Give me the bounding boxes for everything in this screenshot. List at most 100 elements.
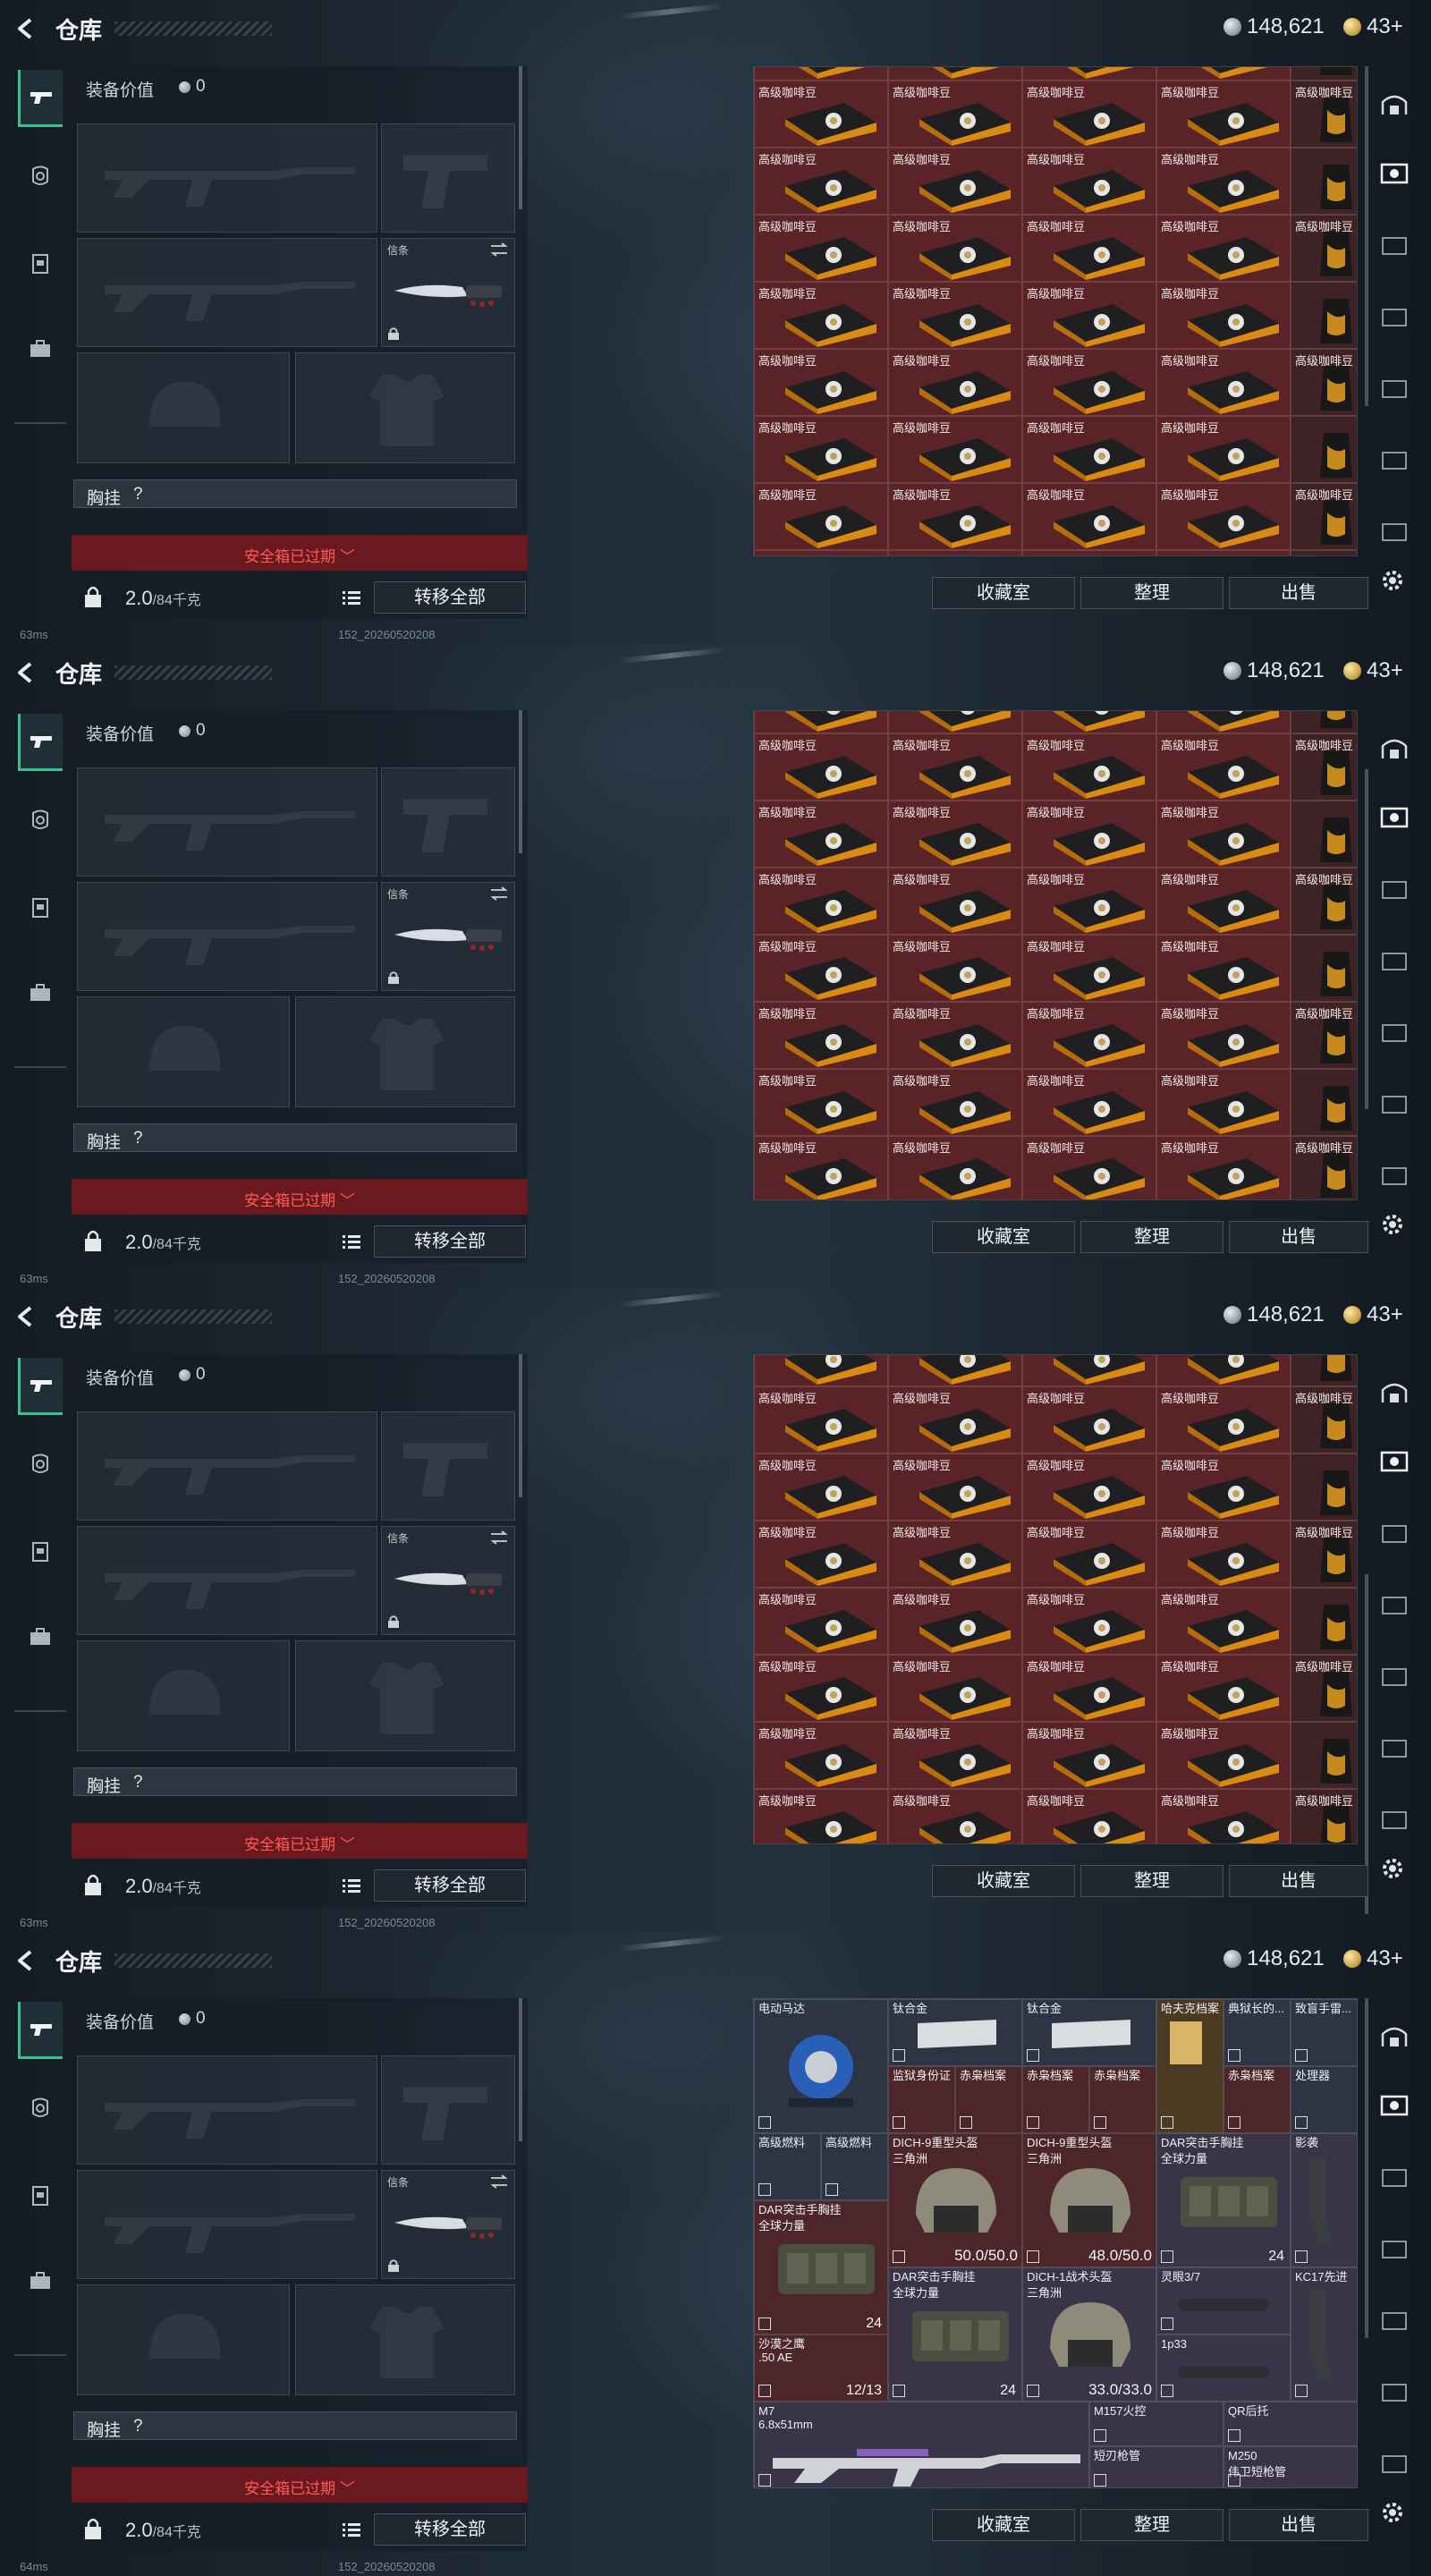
chest-rig-help[interactable]: ? bbox=[133, 1773, 143, 1792]
select-checkbox[interactable] bbox=[758, 2474, 771, 2487]
select-checkbox[interactable] bbox=[826, 2183, 838, 2196]
stash-item-cell[interactable] bbox=[1291, 801, 1357, 868]
stash-item-cell[interactable]: 短刃枪管 bbox=[1089, 2446, 1224, 2487]
stash-item-cell[interactable]: 高级咖啡豆 bbox=[1156, 215, 1291, 282]
tab-rig[interactable] bbox=[18, 234, 63, 292]
stash-item-cell[interactable]: 高级咖啡豆 bbox=[754, 416, 888, 483]
tab-armor[interactable] bbox=[18, 1436, 63, 1494]
stash-item-cell[interactable]: 高级咖啡豆 bbox=[1291, 1521, 1357, 1588]
stash-item-cell[interactable]: 高级咖啡豆 bbox=[754, 215, 888, 282]
stash-item-cell[interactable]: 高级咖啡豆 bbox=[754, 148, 888, 215]
select-checkbox[interactable] bbox=[758, 2385, 771, 2397]
stash-scrollbar[interactable] bbox=[1365, 66, 1368, 406]
safebox-banner[interactable]: 安全箱已过期 ﹀ bbox=[72, 1179, 528, 1215]
stash-item-cell[interactable]: 高级咖啡豆 bbox=[754, 1386, 888, 1453]
stash-item-cell[interactable]: 高级咖啡豆 bbox=[754, 349, 888, 416]
stash-item-cell[interactable]: 高级咖啡豆 bbox=[888, 349, 1022, 416]
stash-tab-icon[interactable] bbox=[1379, 735, 1410, 762]
stash-item-cell[interactable]: 高级咖啡豆 bbox=[754, 1136, 888, 1199]
stash-tab-icon-7[interactable] bbox=[1379, 1163, 1410, 1190]
tab-armor[interactable] bbox=[18, 2080, 63, 2138]
stash-item-cell[interactable]: 高级咖啡豆 bbox=[1022, 1722, 1156, 1789]
select-checkbox[interactable] bbox=[1161, 2385, 1173, 2397]
collection-room-button[interactable]: 收藏室 bbox=[932, 1865, 1075, 1897]
stash-item-cell[interactable]: 高级咖啡豆 bbox=[1156, 1521, 1291, 1588]
stash-item-cell[interactable]: 高级咖啡豆 bbox=[1022, 1386, 1156, 1453]
tab-weapons[interactable] bbox=[18, 1358, 63, 1415]
stash-item-cell[interactable]: 高级咖啡豆 bbox=[1156, 483, 1291, 550]
chest-rig-help[interactable]: ? bbox=[133, 2417, 143, 2436]
sort-button[interactable]: 整理 bbox=[1080, 2509, 1224, 2541]
back-arrow-icon[interactable] bbox=[13, 1304, 38, 1329]
stash-item-cell[interactable]: 高级咖啡豆 bbox=[754, 935, 888, 1002]
stash-item-cell[interactable]: 高级咖啡豆 bbox=[1022, 1355, 1156, 1386]
sort-button[interactable]: 整理 bbox=[1080, 1221, 1224, 1253]
stash-item-cell[interactable] bbox=[1291, 416, 1357, 483]
stash-item-cell[interactable]: 高级咖啡豆 bbox=[1022, 282, 1156, 349]
transfer-all-button[interactable]: 转移全部 bbox=[374, 2513, 526, 2546]
select-checkbox[interactable] bbox=[893, 2250, 905, 2263]
melee-slot[interactable]: 信条 bbox=[381, 882, 515, 991]
stash-item-cell[interactable]: 高级咖啡豆 bbox=[1156, 1386, 1291, 1453]
select-checkbox[interactable] bbox=[1228, 2116, 1240, 2129]
stash-item-cell[interactable]: 高级咖啡豆 bbox=[1022, 1069, 1156, 1136]
tab-rig[interactable] bbox=[18, 1522, 63, 1580]
select-checkbox[interactable] bbox=[1228, 2474, 1240, 2487]
stash-item-cell[interactable]: 灵眼3/7 bbox=[1156, 2267, 1291, 2334]
gear-icon[interactable] bbox=[1379, 1855, 1406, 1882]
stash-grid[interactable]: 电动马达 钛合金 钛合金 哈夫克档案 典狱长的... 致盲手雷... 监狱身份证 赤枭档案 赤枭… bbox=[753, 1998, 1358, 2488]
stash-item-cell[interactable]: 高级咖啡豆 bbox=[888, 935, 1022, 1002]
tab-weapons[interactable] bbox=[18, 714, 63, 771]
select-checkbox[interactable] bbox=[1094, 2116, 1106, 2129]
stash-item-cell[interactable]: 高级咖啡豆 bbox=[1022, 868, 1156, 935]
stash-item-cell[interactable] bbox=[1291, 550, 1357, 555]
melee-slot[interactable]: 信条 bbox=[381, 1526, 515, 1635]
transfer-all-button[interactable]: 转移全部 bbox=[374, 1869, 526, 1902]
stash-tab-icon-5[interactable] bbox=[1379, 1020, 1410, 1046]
stash-item-cell[interactable]: 高级咖啡豆 bbox=[888, 1002, 1022, 1069]
stash-item-cell[interactable]: 高级咖啡豆 bbox=[754, 1655, 888, 1722]
swap-icon[interactable] bbox=[489, 2174, 509, 2189]
chest-rig-help[interactable]: ? bbox=[133, 1129, 143, 1148]
stash-item-cell[interactable]: 高级咖啡豆 bbox=[888, 80, 1022, 148]
tab-weapons[interactable] bbox=[18, 2002, 63, 2059]
stash-item-cell[interactable]: 高级咖啡豆 bbox=[1291, 215, 1357, 282]
stash-item-cell[interactable]: 高级咖啡豆 bbox=[888, 733, 1022, 801]
secondary-weapon-slot[interactable] bbox=[77, 2170, 377, 2279]
stash-item-cell[interactable]: 高级咖啡豆 bbox=[1291, 868, 1357, 935]
list-icon[interactable] bbox=[342, 1877, 361, 1894]
stash-item-cell[interactable]: 高级咖啡豆 bbox=[1156, 416, 1291, 483]
helmet-slot[interactable] bbox=[77, 352, 290, 463]
sell-button[interactable]: 出售 bbox=[1229, 1865, 1368, 1897]
select-checkbox[interactable] bbox=[1295, 2385, 1308, 2397]
chest-rig-help[interactable]: ? bbox=[133, 485, 143, 504]
stash-item-cell[interactable]: 钛合金 bbox=[1022, 1999, 1156, 2066]
stash-item-cell[interactable]: DICH-1战术头盔 三角洲 33.0/33.0 bbox=[1022, 2267, 1156, 2402]
select-checkbox[interactable] bbox=[960, 2116, 972, 2129]
gear-icon[interactable] bbox=[1379, 567, 1406, 594]
stash-item-cell[interactable]: 高级咖啡豆 bbox=[754, 483, 888, 550]
stash-item-cell[interactable]: 高级咖啡豆 bbox=[1156, 801, 1291, 868]
stash-grid[interactable]: 高级咖啡豆 高级咖啡豆 高级咖啡豆 高级咖啡豆 高级咖啡豆 高级咖啡豆 高级咖啡豆 高级咖啡豆… bbox=[753, 1354, 1358, 1844]
stash-item-cell[interactable]: 高级咖啡豆 bbox=[888, 801, 1022, 868]
stash-item-cell[interactable]: 高级咖啡豆 bbox=[754, 1722, 888, 1789]
stash-item-cell[interactable]: 沙漠之鹰 .50 AE 12/13 bbox=[754, 2334, 888, 2402]
swap-icon[interactable] bbox=[489, 886, 509, 901]
stash-item-cell[interactable]: 赤枭档案 bbox=[1224, 2066, 1291, 2133]
stash-item-cell[interactable]: 高级咖啡豆 bbox=[1156, 1355, 1291, 1386]
stash-item-cell[interactable] bbox=[1291, 148, 1357, 215]
sidearm-slot[interactable] bbox=[381, 1411, 515, 1521]
back-arrow-icon[interactable] bbox=[13, 16, 38, 41]
armor-slot[interactable] bbox=[295, 352, 515, 463]
stash-item-cell[interactable]: 高级咖啡豆 bbox=[1022, 215, 1156, 282]
stash-item-cell[interactable]: 高级咖啡豆 bbox=[1156, 733, 1291, 801]
stash-item-cell[interactable]: 赤枭档案 bbox=[955, 2066, 1022, 2133]
stash-item-cell[interactable]: 影袭 bbox=[1291, 2133, 1357, 2267]
safebox-banner[interactable]: 安全箱已过期 ﹀ bbox=[72, 2467, 528, 2503]
tab-weapons[interactable] bbox=[18, 70, 63, 127]
stash-tab-icon-4[interactable] bbox=[1379, 948, 1410, 975]
stash-item-cell[interactable] bbox=[1291, 1069, 1357, 1136]
stash-item-cell[interactable]: 高级咖啡豆 bbox=[754, 67, 888, 80]
tab-armor[interactable] bbox=[18, 792, 63, 850]
stash-tab-icon-2[interactable] bbox=[1379, 2093, 1410, 2120]
